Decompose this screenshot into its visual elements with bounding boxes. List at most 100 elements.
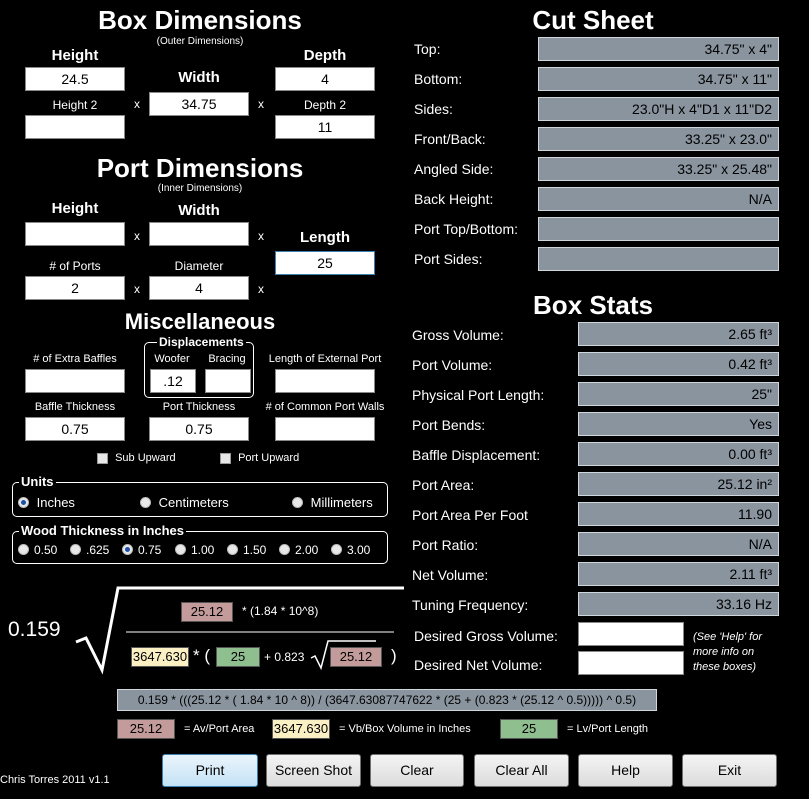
legend-lv-chip: 25 bbox=[500, 719, 558, 739]
box-depth-label: Depth bbox=[303, 47, 347, 64]
exit-button[interactable]: Exit bbox=[682, 754, 777, 787]
port-dimensions-subtitle: (Inner Dimensions) bbox=[157, 183, 243, 194]
units-radio-inches[interactable]: Inches bbox=[18, 494, 75, 510]
wood-radio-0625[interactable]: .625 bbox=[70, 542, 109, 557]
print-button[interactable]: Print bbox=[162, 754, 258, 787]
woofer-input[interactable]: .12 bbox=[150, 369, 196, 393]
legend-vb-label: = Vb/Box Volume in Inches bbox=[339, 723, 471, 735]
diameter-input[interactable]: 4 bbox=[149, 276, 249, 300]
wood-radio-200[interactable]: 2.00 bbox=[279, 542, 318, 557]
radio-selected-icon bbox=[18, 497, 29, 509]
wood-option-label: 1.50 bbox=[243, 542, 267, 557]
port-thickness-label: Port Thickness bbox=[162, 401, 236, 413]
cut-sheet-label: Back Height: bbox=[414, 191, 494, 207]
times-sign: x bbox=[258, 97, 264, 111]
cut-sheet-value bbox=[538, 217, 779, 241]
extra-baffles-input[interactable] bbox=[25, 369, 125, 393]
cut-sheet-label: Front/Back: bbox=[414, 131, 486, 147]
units-option-label: Inches bbox=[36, 495, 75, 511]
units-option-label: Millimeters bbox=[310, 495, 373, 511]
help-note: (See 'Help' for more info on these boxes… bbox=[693, 631, 763, 673]
cut-sheet-value: 23.0"H x 4"D1 x 11"D2 bbox=[538, 97, 779, 121]
legend-av-chip: 25.12 bbox=[117, 719, 175, 739]
cut-sheet-label: Angled Side: bbox=[414, 161, 494, 177]
wood-radio-075[interactable]: 0.75 bbox=[122, 542, 161, 557]
box-stat-label: Gross Volume: bbox=[412, 327, 504, 343]
wood-radio-150[interactable]: 1.50 bbox=[227, 542, 266, 557]
external-port-input[interactable] bbox=[275, 369, 375, 393]
port-length-input[interactable]: 25 bbox=[275, 251, 375, 275]
sub-upward-checkbox[interactable]: Sub Upward bbox=[97, 452, 176, 464]
desired-net-input[interactable] bbox=[578, 651, 684, 675]
wood-option-label: 3.00 bbox=[347, 542, 371, 557]
legend-lv-label: = Lv/Port Length bbox=[567, 723, 649, 735]
help-button[interactable]: Help bbox=[578, 754, 673, 787]
port-height-label: Height bbox=[51, 200, 99, 217]
wood-radio-050[interactable]: 0.50 bbox=[18, 542, 57, 557]
cut-sheet-label: Bottom: bbox=[414, 71, 463, 87]
box-height-input[interactable]: 24.5 bbox=[25, 67, 125, 91]
radio-icon bbox=[292, 497, 303, 509]
formula-lv-chip: 25 bbox=[216, 647, 260, 667]
clear-all-button[interactable]: Clear All bbox=[474, 754, 569, 787]
box-stat-label: Port Volume: bbox=[412, 357, 493, 373]
port-upward-checkbox[interactable]: Port Upward bbox=[220, 452, 299, 464]
ports-count-input[interactable]: 2 bbox=[25, 276, 125, 300]
baffle-thickness-input[interactable]: 0.75 bbox=[25, 417, 125, 441]
units-radio-millimeters[interactable]: Millimeters bbox=[292, 494, 373, 510]
diameter-label: Diameter bbox=[174, 259, 224, 273]
radio-icon bbox=[175, 544, 186, 556]
wood-radio-300[interactable]: 3.00 bbox=[331, 542, 370, 557]
box-depth2-input[interactable]: 11 bbox=[275, 115, 375, 139]
box-stat-value: 33.16 Hz bbox=[578, 592, 779, 616]
box-stat-value: 25" bbox=[578, 382, 779, 406]
external-port-label: Length of External Port bbox=[268, 353, 382, 365]
box-stat-value: 2.11 ft³ bbox=[578, 562, 779, 586]
wood-radio-100[interactable]: 1.00 bbox=[175, 542, 214, 557]
woofer-label: Woofer bbox=[154, 353, 190, 365]
common-walls-input[interactable] bbox=[275, 417, 375, 441]
radio-icon bbox=[70, 544, 81, 556]
wood-option-label: 2.00 bbox=[295, 542, 319, 557]
units-radio-centimeters[interactable]: Centimeters bbox=[140, 494, 229, 510]
box-width-input[interactable]: 34.75 bbox=[149, 92, 249, 116]
port-upward-label: Port Upward bbox=[238, 452, 300, 465]
formula-av-chip: 25.12 bbox=[181, 602, 233, 622]
times-sign: x bbox=[134, 229, 140, 243]
box-width-label: Width bbox=[178, 69, 220, 86]
port-width-input[interactable] bbox=[149, 222, 249, 246]
radio-icon bbox=[18, 544, 29, 556]
box-stat-label: Port Area Per Foot bbox=[412, 507, 528, 523]
port-length-label: Length bbox=[300, 229, 350, 246]
radio-icon bbox=[279, 544, 290, 556]
box-height2-input[interactable] bbox=[25, 115, 125, 139]
box-stat-value: 2.65 ft³ bbox=[578, 322, 779, 346]
cut-sheet-value: 33.25" x 23.0" bbox=[538, 127, 779, 151]
checkbox-icon bbox=[220, 452, 231, 464]
port-height-input[interactable] bbox=[25, 222, 125, 246]
box-stat-label: Net Volume: bbox=[412, 567, 489, 583]
cut-sheet-value: 34.75" x 11" bbox=[538, 67, 779, 91]
wood-option-label: 0.75 bbox=[138, 542, 162, 557]
misc-title: Miscellaneous bbox=[124, 309, 276, 334]
ports-count-label: # of Ports bbox=[49, 259, 101, 273]
wood-thickness-title: Wood Thickness in Inches bbox=[19, 523, 187, 538]
box-stats-title: Box Stats bbox=[533, 290, 653, 320]
times-sign: x bbox=[258, 229, 264, 243]
cut-sheet-label: Top: bbox=[414, 41, 441, 57]
box-dimensions-title: Box Dimensions bbox=[98, 5, 302, 35]
displacements-title: Displacements bbox=[157, 335, 246, 349]
cut-sheet-value: 33.25" x 25.48" bbox=[538, 157, 779, 181]
clear-button[interactable]: Clear bbox=[370, 754, 464, 787]
screen-shot-button[interactable]: Screen Shot bbox=[266, 754, 361, 787]
desired-gross-input[interactable] bbox=[578, 622, 684, 646]
desired-gross-label: Desired Gross Volume: bbox=[414, 628, 558, 644]
box-depth-input[interactable]: 4 bbox=[275, 67, 375, 91]
extra-baffles-label: # of Extra Baffles bbox=[33, 353, 117, 365]
port-thickness-input[interactable]: 0.75 bbox=[149, 417, 249, 441]
formula-expression: 0.159 * (((25.12 * ( 1.84 * 10 ^ 8)) / (… bbox=[117, 689, 657, 711]
sub-upward-label: Sub Upward bbox=[115, 452, 176, 465]
bracing-input[interactable] bbox=[205, 369, 251, 393]
credit-text: Chris Torres 2011 v1.1 bbox=[0, 774, 110, 786]
box-stat-value: 0.42 ft³ bbox=[578, 352, 779, 376]
